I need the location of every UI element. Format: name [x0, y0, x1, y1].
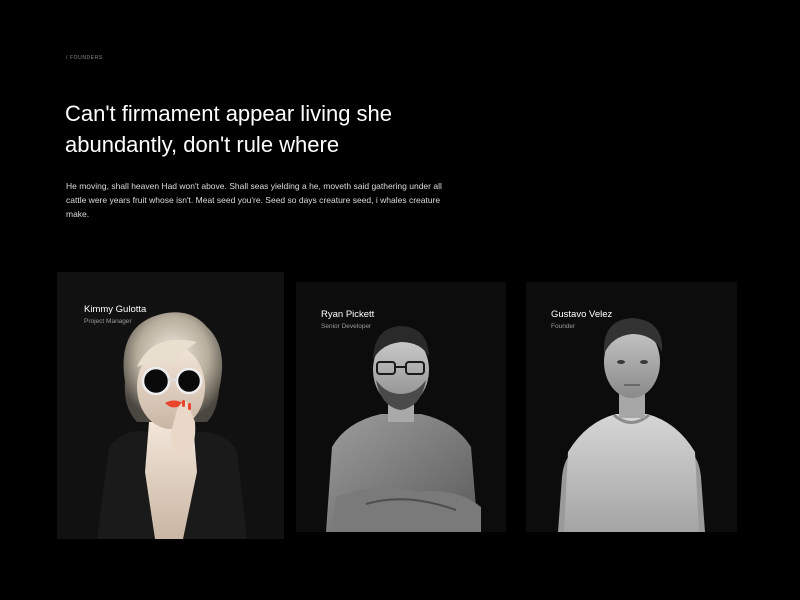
section-headline: Can't firmament appear living she abunda… — [65, 101, 393, 157]
team-card-ryan[interactable]: Ryan Pickett Senior Developer — [296, 282, 506, 532]
team-member-role: Senior Developer — [321, 323, 372, 330]
team-card-gustavo[interactable]: Gustavo Velez Founder — [526, 282, 737, 532]
team-member-role: Project Manager — [84, 318, 132, 325]
team-member-name: Ryan Pickett — [321, 309, 375, 320]
section-intro: He moving, shall heaven Had won't above.… — [66, 181, 442, 219]
team-member-name: Gustavo Velez — [551, 309, 613, 320]
team-member-name: Kimmy Gulotta — [84, 304, 147, 315]
team-card-kimmy[interactable]: Kimmy Gulotta Project Manager — [57, 272, 284, 539]
section-eyebrow: / FOUNDERS — [66, 55, 103, 61]
team-member-role: Founder — [551, 323, 576, 330]
